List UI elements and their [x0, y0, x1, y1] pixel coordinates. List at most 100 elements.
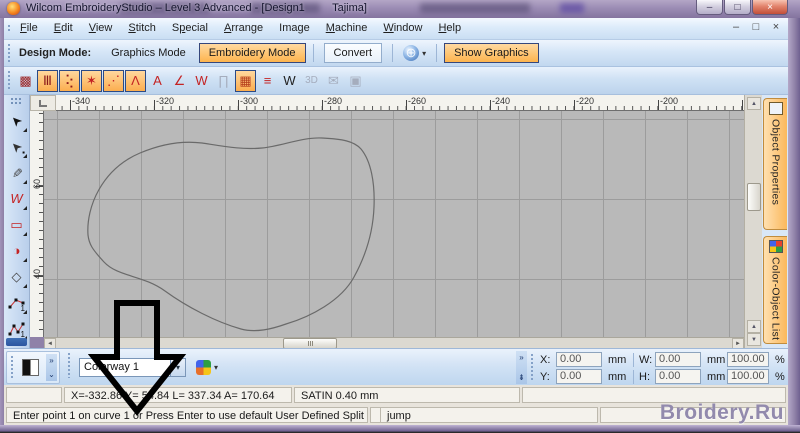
menu-file[interactable]: File — [12, 19, 46, 37]
scroll-down-button[interactable]: ▼ — [747, 333, 761, 346]
color-object-list-icon — [769, 240, 783, 253]
toolbar-grip[interactable] — [67, 352, 71, 378]
envelope-effect-icon: ✉ — [323, 70, 344, 92]
chevron-down-icon: ⌄ — [46, 370, 57, 379]
flyout-corner-icon — [23, 310, 27, 314]
menu-arrange[interactable]: Arrange — [216, 19, 271, 37]
background-blur — [420, 3, 530, 13]
tab-object-properties[interactable]: Object Properties — [763, 98, 787, 230]
y-field[interactable]: 0.00 — [556, 369, 602, 384]
status-travel-mode: jump — [380, 407, 598, 423]
3d-effect-icon: 3D — [301, 70, 322, 92]
zigzag-effect-icon[interactable]: W — [191, 70, 212, 92]
scroll-up-button[interactable]: ▲ — [747, 97, 761, 110]
vertical-scrollbar[interactable]: ▲ ▲ ▼ — [744, 95, 762, 348]
page-down-icon: ⇟ — [516, 373, 527, 382]
panel-overflow-button[interactable]: » ⇟ — [516, 351, 527, 384]
menu-view[interactable]: View — [81, 19, 121, 37]
fancy-fill-icon[interactable]: ⋰ — [103, 70, 124, 92]
reshape-tool[interactable]: ➤▪ — [5, 134, 28, 159]
chevron-right-icon: » — [516, 353, 527, 362]
toolbar-grip[interactable] — [7, 24, 11, 33]
knife-tool[interactable]: ✎ — [5, 160, 28, 185]
flyout-corner-icon — [23, 206, 27, 210]
h-ruler-label: -260 — [408, 96, 426, 106]
select-tool[interactable]: ➤ — [5, 108, 28, 133]
scale-width-field[interactable]: 100.00 — [727, 352, 769, 367]
v-ruler-label: 40 — [32, 267, 42, 281]
open-shape-tool[interactable]: 1 — [5, 290, 28, 315]
graphics-mode-button[interactable]: Graphics Mode — [101, 43, 196, 63]
color-wheel-tool[interactable]: ◑ — [5, 238, 28, 263]
flyout-corner-icon — [23, 128, 27, 132]
x-field[interactable]: 0.00 — [556, 352, 602, 367]
toolbar-grip[interactable] — [10, 97, 23, 106]
current-color-swatch-icon[interactable] — [22, 359, 39, 376]
mdi-buttons: – □ × — [730, 21, 782, 33]
docked-panel-tabs: Object Properties Color-Object List — [762, 95, 788, 348]
separator — [392, 44, 393, 62]
embroidery-mode-button[interactable]: Embroidery Mode — [199, 43, 306, 63]
design-mode-toolbar: Design Mode: Graphics Mode Embroidery Mo… — [4, 40, 788, 67]
satin-fill-icon[interactable]: Ⅲ — [37, 70, 58, 92]
maximize-button[interactable]: □ — [724, 0, 751, 15]
convert-button[interactable]: Convert — [324, 43, 383, 63]
scroll-up-button-2[interactable]: ▲ — [747, 320, 761, 333]
window-border-left — [0, 18, 4, 430]
show-graphics-button[interactable]: Show Graphics — [444, 43, 539, 63]
h-field[interactable]: 0.00 — [655, 369, 701, 384]
annotation-arrow-down — [88, 293, 188, 419]
motif-grid-icon[interactable]: ▩ — [15, 70, 36, 92]
menu-special[interactable]: Special — [164, 19, 216, 37]
vertical-scroll-thumb[interactable] — [747, 183, 761, 211]
menu-machine[interactable]: Machine — [318, 19, 376, 37]
flyout-corner-icon — [23, 154, 27, 158]
menu-window[interactable]: Window — [375, 19, 430, 37]
menu-stitch[interactable]: Stitch — [120, 19, 164, 37]
h-ruler-label: -200 — [660, 96, 678, 106]
menu-help[interactable]: Help — [430, 19, 469, 37]
toolbar-grip[interactable] — [10, 355, 14, 379]
toolbar-grip[interactable] — [7, 70, 11, 91]
separator — [436, 44, 437, 62]
tab-label: Object Properties — [770, 119, 782, 205]
tool-list: ➤➤▪✎W▭◑◇11 — [4, 108, 29, 341]
mdi-close-button[interactable]: × — [770, 21, 782, 33]
motif-fill-icon[interactable]: ✶ — [81, 70, 102, 92]
contour-fill-icon[interactable]: Λ — [125, 70, 146, 92]
step-effect-icon[interactable]: ∠ — [169, 70, 190, 92]
h-ruler-label: -240 — [492, 96, 510, 106]
minimize-button[interactable]: – — [696, 0, 723, 15]
y-label: Y: — [540, 371, 556, 383]
toolbar-grip[interactable] — [7, 43, 11, 63]
ruler-origin-button[interactable] — [30, 95, 56, 111]
fill-shape-tool[interactable]: ▭ — [5, 212, 28, 237]
closed-shape-tool[interactable]: ◇ — [5, 264, 28, 289]
menu-image[interactable]: Image — [271, 19, 318, 37]
close-button[interactable]: × — [752, 0, 788, 15]
mdi-restore-button[interactable]: □ — [750, 21, 762, 33]
h-ruler-label: -300 — [240, 96, 258, 106]
w-field[interactable]: 0.00 — [655, 352, 701, 367]
toolbar-grip[interactable] — [530, 353, 534, 382]
scale-height-field[interactable]: 100.00 — [727, 369, 769, 384]
mdi-minimize-button[interactable]: – — [730, 21, 742, 33]
separator — [633, 353, 634, 367]
menu-edit[interactable]: Edit — [46, 19, 81, 37]
weave-effect-icon[interactable]: ≡ — [257, 70, 278, 92]
stitch-angles-icon[interactable]: W — [279, 70, 300, 92]
vertical-ruler: 6040 — [30, 111, 44, 337]
pattern-stamp-icon[interactable]: ▦ — [235, 70, 256, 92]
gradient-fill-icon[interactable]: A — [147, 70, 168, 92]
mm-unit: mm — [701, 371, 727, 383]
dropdown-arrow-icon[interactable]: ▾ — [214, 363, 218, 372]
colorway-editor-icon[interactable] — [196, 360, 211, 375]
lettering-tool[interactable]: W — [5, 186, 28, 211]
palette-overflow-button[interactable]: » ⌄ — [46, 354, 57, 381]
object-properties-icon — [769, 102, 783, 115]
tab-color-object-list[interactable]: Color-Object List — [763, 236, 787, 344]
toolbox-footer — [6, 338, 27, 346]
tatami-fill-icon[interactable]: ⢕ — [59, 70, 80, 92]
hoop-globe-dropdown[interactable]: ⊕ ▾ — [403, 45, 426, 61]
mm-unit: mm — [701, 354, 727, 366]
